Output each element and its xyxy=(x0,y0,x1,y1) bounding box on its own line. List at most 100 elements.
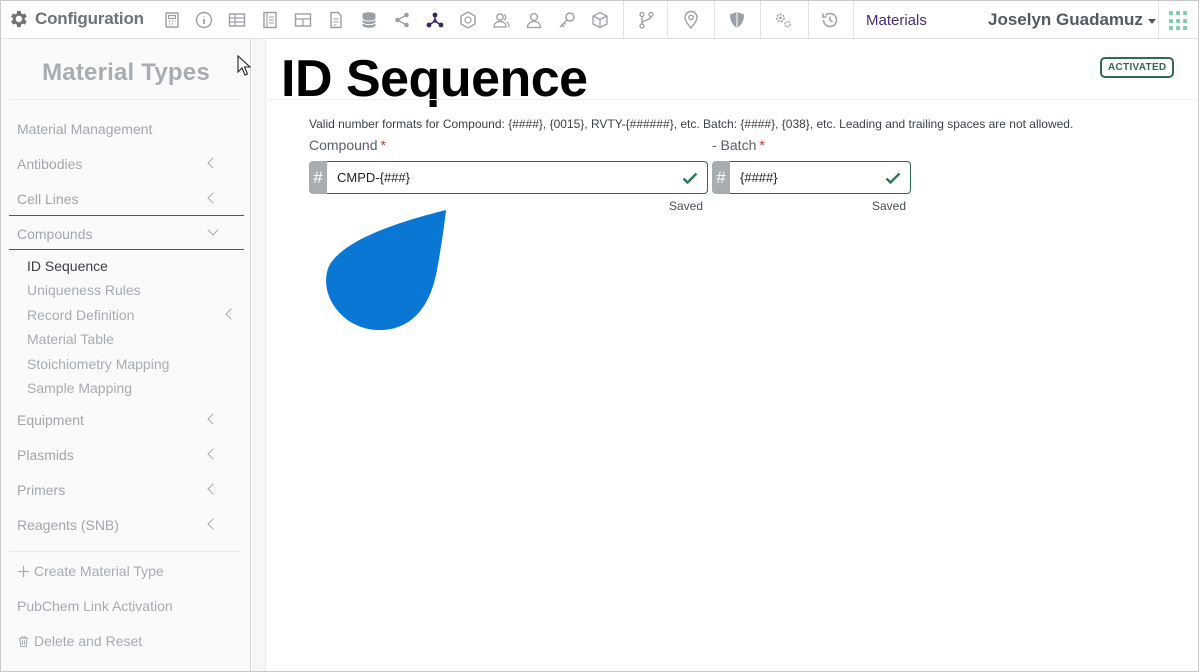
mouse-cursor-icon xyxy=(237,55,251,76)
user-name: Joselyn Guadamuz xyxy=(988,10,1143,29)
blue-drop-shape xyxy=(326,210,446,331)
users-icon[interactable] xyxy=(491,10,511,30)
divider xyxy=(267,99,1198,100)
chevron-left-icon xyxy=(207,483,219,495)
apps-grid-icon[interactable] xyxy=(1169,11,1189,31)
info-icon[interactable] xyxy=(194,10,214,30)
label-text: Compound xyxy=(309,137,378,153)
sidebar: Material Types Material Management Antib… xyxy=(1,39,251,671)
sidebar-item-antibodies[interactable]: Antibodies xyxy=(17,156,235,172)
sidebar-subitem-uniqueness-rules[interactable]: Uniqueness Rules xyxy=(27,282,141,298)
sidebar-item-label: Reagents (SNB) xyxy=(17,517,119,533)
document-icon[interactable] xyxy=(326,10,346,30)
batch-saved-status: Saved xyxy=(872,199,907,213)
compound-input-group: # xyxy=(309,161,708,194)
hash-addon: # xyxy=(712,161,730,194)
chevron-left-icon xyxy=(207,157,219,169)
trash-icon xyxy=(18,635,29,647)
gears-icon[interactable] xyxy=(773,10,793,30)
molecule-icon[interactable] xyxy=(425,10,445,30)
location-pin-icon[interactable] xyxy=(681,10,701,30)
required-mark: * xyxy=(380,137,386,153)
toolbar-divider xyxy=(808,1,809,38)
sidebar-item-primers[interactable]: Primers xyxy=(17,482,235,498)
toolbar-divider xyxy=(714,1,715,38)
notebook-icon[interactable] xyxy=(260,10,280,30)
sidebar-item-label: Primers xyxy=(17,482,66,498)
create-material-type-button[interactable]: Create Material Type xyxy=(17,563,164,579)
compound-field-label: Compound * xyxy=(309,137,386,153)
page-title: ID Sequence xyxy=(281,50,588,108)
sidebar-subitem-record-definition[interactable]: Record Definition xyxy=(27,307,237,323)
batch-field-wrapper xyxy=(730,161,911,194)
sidebar-subitem-sample-mapping[interactable]: Sample Mapping xyxy=(27,380,132,396)
status-badge: ACTIVATED xyxy=(1100,57,1175,78)
gear-icon xyxy=(11,10,27,28)
sidebar-resize-gutter[interactable] xyxy=(252,39,266,671)
sidebar-item-equipment[interactable]: Equipment xyxy=(17,412,235,428)
compound-saved-status: Saved xyxy=(669,199,704,213)
checkmark-icon xyxy=(885,172,901,185)
key-icon[interactable] xyxy=(557,10,577,30)
sidebar-item-material-management[interactable]: Material Management xyxy=(17,121,152,137)
sidebar-item-label: Cell Lines xyxy=(17,191,79,207)
user-menu[interactable]: Joselyn Guadamuz xyxy=(988,10,1156,30)
sidebar-title: Material Types xyxy=(42,59,210,86)
label-text: - Batch xyxy=(712,137,757,153)
batch-input-group: # xyxy=(712,161,911,194)
sidebar-subitem-id-sequence[interactable]: ID Sequence xyxy=(27,258,108,274)
action-label: Delete and Reset xyxy=(34,633,143,649)
toolbar-divider xyxy=(667,1,668,38)
calculator-icon[interactable] xyxy=(162,10,182,30)
toolbar-divider xyxy=(853,1,854,38)
materials-link[interactable]: Materials xyxy=(866,12,927,29)
shield-icon[interactable] xyxy=(727,10,747,30)
format-help-text: Valid number formats for Compound: {####… xyxy=(309,117,1074,131)
chevron-left-icon xyxy=(207,448,219,460)
chevron-down-icon xyxy=(207,224,219,236)
cube-icon[interactable] xyxy=(590,10,610,30)
chevron-left-icon xyxy=(207,413,219,425)
sidebar-item-label: Equipment xyxy=(17,412,84,428)
checkmark-icon xyxy=(682,172,698,185)
hash-addon: # xyxy=(309,161,327,194)
app-brand[interactable]: Configuration xyxy=(7,8,144,30)
hexagon-badge-icon[interactable] xyxy=(458,10,478,30)
sidebar-item-cell-lines[interactable]: Cell Lines xyxy=(17,191,235,207)
sidebar-item-compounds[interactable]: Compounds xyxy=(17,224,235,242)
toolbar-divider xyxy=(1158,1,1159,38)
batch-field-label: - Batch * xyxy=(712,137,765,153)
grid-table-icon[interactable] xyxy=(293,10,313,30)
sidebar-subitem-material-table[interactable]: Material Table xyxy=(27,331,114,347)
plus-icon xyxy=(17,565,30,577)
share-icon[interactable] xyxy=(392,10,412,30)
sidebar-item-label: Plasmids xyxy=(17,447,74,463)
sidebar-item-label: Record Definition xyxy=(27,307,135,323)
divider xyxy=(9,99,241,100)
sidebar-item-label: Compounds xyxy=(17,226,93,242)
toolbar-divider xyxy=(623,1,624,38)
divider xyxy=(9,551,241,552)
pubchem-link-activation-link[interactable]: PubChem Link Activation xyxy=(17,598,173,614)
chevron-left-icon xyxy=(207,192,219,204)
sidebar-item-reagents-snb[interactable]: Reagents (SNB) xyxy=(17,517,235,533)
chevron-left-icon xyxy=(207,518,219,530)
history-icon[interactable] xyxy=(820,10,840,30)
action-label: Create Material Type xyxy=(34,563,164,579)
sidebar-item-plasmids[interactable]: Plasmids xyxy=(17,447,235,463)
branch-icon[interactable] xyxy=(636,10,656,30)
sidebar-item-label: Antibodies xyxy=(17,156,83,172)
app-title: Configuration xyxy=(35,9,144,28)
database-icon[interactable] xyxy=(359,10,379,30)
table-icon[interactable] xyxy=(227,10,247,30)
compound-format-input[interactable] xyxy=(327,162,707,193)
sidebar-subitem-stoichiometry-mapping[interactable]: Stoichiometry Mapping xyxy=(27,356,169,372)
compound-field-wrapper xyxy=(327,161,708,194)
batch-format-input[interactable] xyxy=(730,162,910,193)
delete-and-reset-button[interactable]: Delete and Reset xyxy=(17,633,142,649)
chevron-left-icon xyxy=(225,308,237,320)
caret-down-icon xyxy=(1147,19,1156,24)
toolbar-divider xyxy=(760,1,761,38)
required-mark: * xyxy=(759,137,765,153)
user-icon[interactable] xyxy=(524,10,544,30)
